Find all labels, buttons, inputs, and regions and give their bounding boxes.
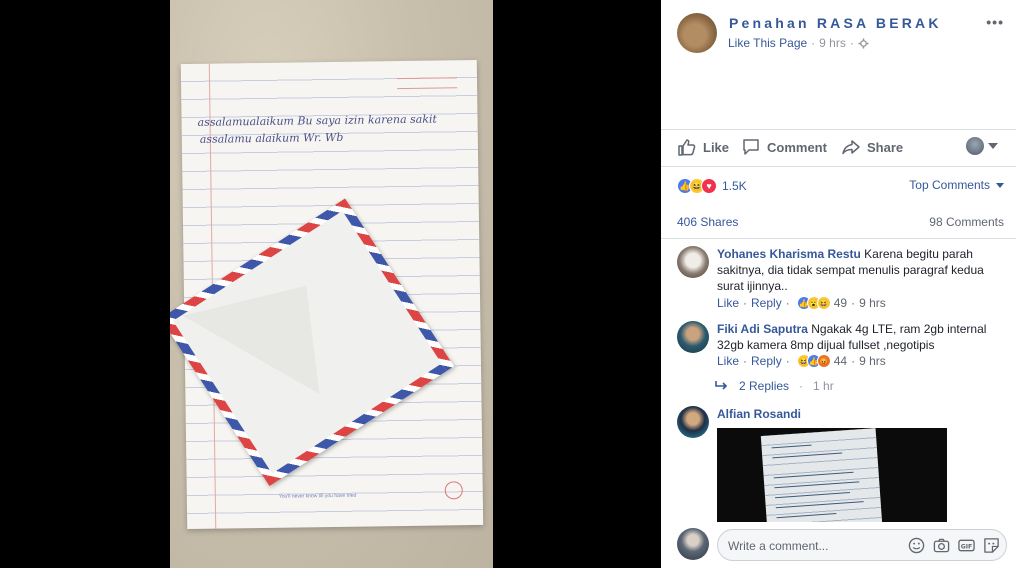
replies-timestamp: 1 hr [813,379,834,393]
comment-reaction-count[interactable]: 49 [834,296,847,310]
comment-attached-photo[interactable] [717,428,947,522]
meta-separator: · [785,296,790,310]
comment-composer: Write a comment... GIF [677,528,1007,562]
comment-input[interactable]: Write a comment... GIF [717,529,1007,561]
meta-separator: · [743,354,748,368]
comment-item: Yohanes Kharisma Restu Karena begitu par… [677,246,1007,316]
post-timestamp[interactable]: 9 hrs [819,36,846,50]
comment-reply-link[interactable]: Reply [751,296,782,310]
photo-letter-sheet [760,428,883,522]
replies-count: 2 Replies [739,379,790,393]
view-replies-link[interactable]: 2 Replies · 1 hr [715,379,834,393]
paper-header-lines [396,68,458,99]
post-action-bar: Like Comment Share [661,130,1016,164]
comment-text-block: Fiki Adi Saputra Ngakak 4g LTE, ram 2gb … [717,321,1007,353]
comment-timestamp[interactable]: 9 hrs [859,354,886,368]
comment-reply-link[interactable]: Reply [751,354,782,368]
comment-actions: Like · Reply · 😆 👍 😡 44 · 9 hrs [717,354,886,368]
share-button[interactable]: Share [841,137,903,157]
paper-logo-stamp [444,481,463,500]
comment-timestamp[interactable]: 9 hrs [859,296,886,310]
comment-sort-dropdown[interactable]: Top Comments [909,178,1004,192]
comment-input-placeholder: Write a comment... [728,539,829,553]
reaction-summary[interactable]: 👍 😆 ♥ 1.5K [677,178,747,194]
gif-icon[interactable]: GIF [958,537,975,554]
meta-separator: · [785,354,790,368]
commenter-avatar[interactable] [677,246,709,278]
camera-icon[interactable] [933,537,950,554]
post-photo[interactable]: assalamualaikum Bu saya izin karena saki… [170,0,493,568]
comment-text-block: Alfian Rosandi [717,406,1007,422]
commenter-avatar-small [966,137,984,155]
composer-tools: GIF [908,537,1000,554]
like-button[interactable]: Like [677,137,729,157]
commenter-name[interactable]: Alfian Rosandi [717,407,801,421]
comment-reactions[interactable]: 😆 👍 😡 [796,354,831,368]
handwriting-line-1: assalamualaikum Bu saya izin karena saki… [197,112,437,129]
emoji-icon[interactable] [908,537,925,554]
privacy-gear-icon[interactable] [858,37,869,49]
current-user-avatar[interactable] [677,528,709,560]
angry-reaction-icon: 😡 [816,354,831,368]
meta-separator: · [743,296,748,310]
share-arrow-icon [842,140,860,155]
facebook-photo-theater: assalamualaikum Bu saya izin karena saki… [0,0,1016,568]
post-meta: Like This Page · 9 hrs · [728,36,869,50]
svg-text:GIF: GIF [961,543,973,550]
commenter-avatar[interactable] [677,321,709,353]
meta-separator: · [851,296,856,310]
love-reaction-icon: ♥ [701,178,717,194]
comment-item: Fiki Adi Saputra Ngakak 4g LTE, ram 2gb … [677,321,1007,377]
comments-count[interactable]: 98 Comments [929,215,1004,229]
like-page-link[interactable]: Like This Page [728,36,807,50]
comment-bubble-icon [743,139,759,155]
comment-label: Comment [767,139,827,155]
reply-arrow-icon [715,381,728,390]
comment-like-link[interactable]: Like [717,296,739,310]
chevron-down-icon [988,143,998,149]
comment-text-block: Yohanes Kharisma Restu Karena begitu par… [717,246,1007,294]
comment-as-selector[interactable] [966,137,998,155]
page-name-link[interactable]: Penahan RASA BERAK [729,15,942,31]
divider [661,238,1016,239]
reaction-count[interactable]: 1.5K [722,179,747,193]
meta-separator: · [849,36,854,50]
comment-reaction-count[interactable]: 44 [834,354,847,368]
comment-actions: Like · Reply · 👍 😮 😆 49 · 9 hrs [717,296,886,310]
like-label: Like [703,139,730,155]
sort-label: Top Comments [909,178,990,192]
commenter-avatar[interactable] [677,406,709,438]
post-sidebar: Penahan RASA BERAK Like This Page · 9 hr… [661,0,1016,568]
sticker-icon[interactable] [983,537,1000,554]
meta-separator: · [811,36,816,50]
meta-separator: · [851,354,856,368]
comment-reactions[interactable]: 👍 😮 😆 [796,296,831,310]
handwriting-line-2: assalamu alaikum Wr. Wb [199,130,344,146]
more-options-button[interactable]: ••• [986,14,1004,30]
comment-like-link[interactable]: Like [717,354,739,368]
haha-reaction-icon: 😆 [816,296,831,310]
divider [661,166,1016,167]
thumbs-up-icon [678,139,696,156]
shares-count[interactable]: 406 Shares [677,215,738,229]
share-label: Share [867,139,904,155]
photo-viewer[interactable]: assalamualaikum Bu saya izin karena saki… [0,0,661,568]
page-avatar[interactable] [677,13,717,53]
chevron-down-icon [996,182,1004,188]
replies-separator: · [799,379,804,393]
commenter-name[interactable]: Yohanes Kharisma Restu [717,247,861,261]
commenter-name[interactable]: Fiki Adi Saputra [717,322,808,336]
